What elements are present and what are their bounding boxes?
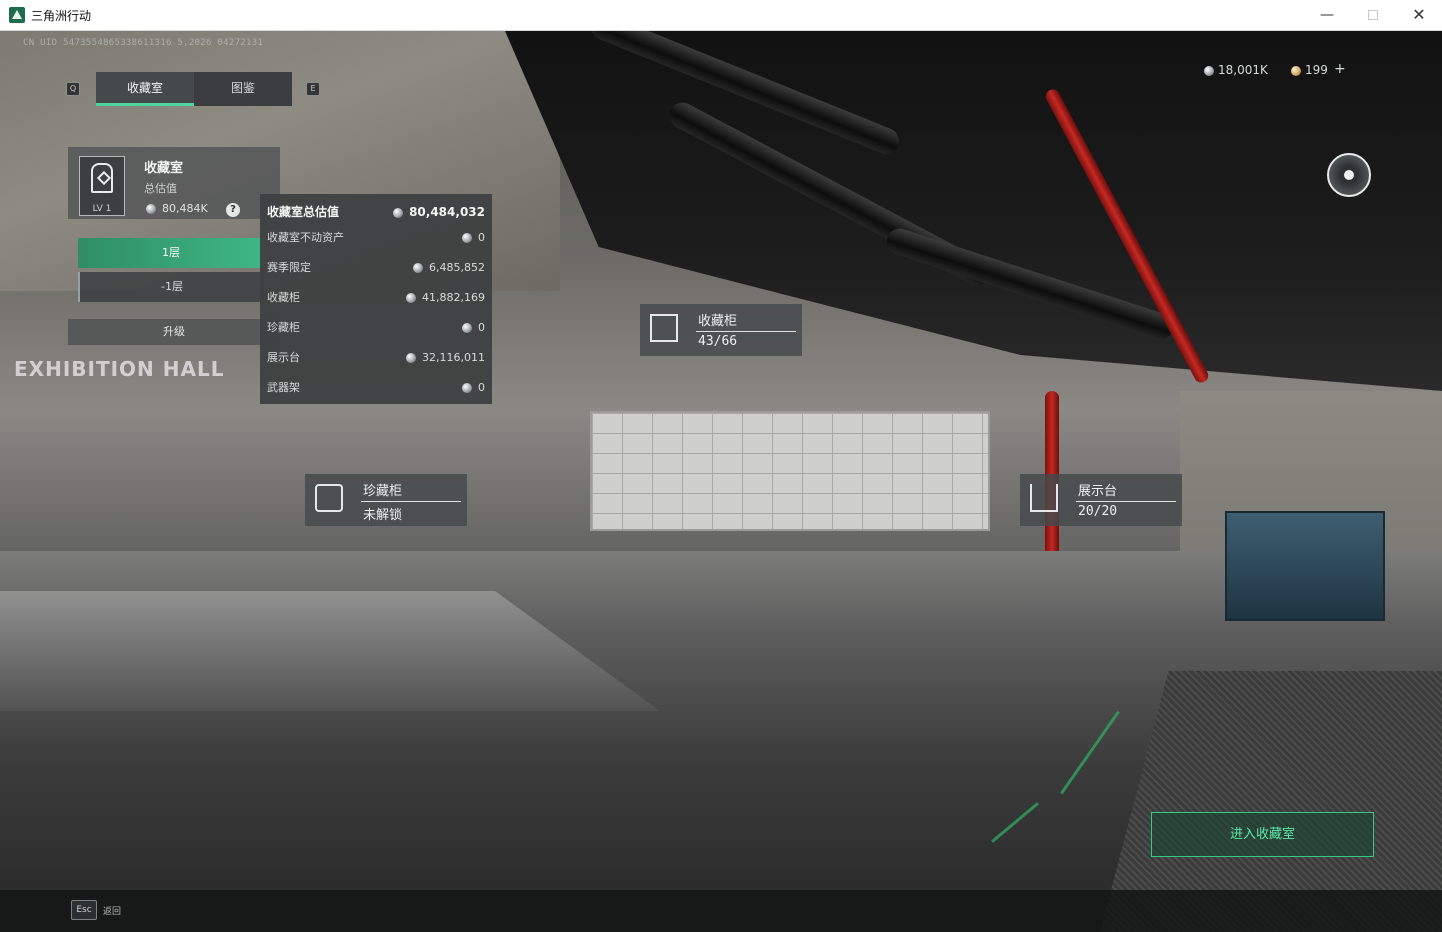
vault-level-badge: LV 1 (79, 156, 125, 216)
tab-collection-room[interactable]: 收藏室 (96, 72, 194, 106)
gold-coin-icon (1291, 66, 1301, 76)
coin-icon (146, 204, 156, 214)
floor-b1-button[interactable]: -1层 (78, 272, 264, 302)
silver-currency: 18,001K (1218, 63, 1268, 77)
window-titlebar: 三角洲行动 — ✕ (0, 0, 1442, 31)
vault-title: 收藏室 (144, 161, 184, 176)
display-stand-tag[interactable]: 展示台 20/20 (1020, 474, 1182, 526)
display-stand-icon (1030, 484, 1058, 512)
value-row-amount: 0 (478, 231, 485, 244)
value-row-amount: 0 (478, 381, 485, 394)
value-row-amount: 32,116,011 (422, 351, 485, 364)
value-row: 收藏柜 41,882,169 (267, 288, 485, 308)
value-row: 赛季限定 6,485,852 (267, 258, 485, 278)
value-row-label: 收藏室不动资产 (267, 231, 344, 244)
upgrade-button[interactable]: 升级 (68, 319, 280, 345)
maximize-button[interactable] (1350, 0, 1396, 30)
tag-divider (696, 331, 796, 332)
value-row-label: 武器架 (267, 381, 300, 394)
key-hint-q: Q (66, 82, 80, 96)
coin-icon (393, 207, 404, 218)
window-title: 三角洲行动 (31, 9, 92, 23)
coin-icon (413, 263, 424, 273)
value-row-label: 收藏柜 (267, 291, 300, 304)
key-hint-e: E (306, 82, 320, 96)
coin-icon (462, 233, 472, 243)
coin-icon (462, 323, 472, 333)
back-label[interactable]: 返回 (103, 904, 121, 917)
value-row: 珍藏柜 0 (267, 318, 485, 338)
tag-divider (361, 501, 461, 502)
vault-total-value: 80,484K (162, 202, 208, 215)
tab-bar: 收藏室 图鉴 (96, 72, 292, 106)
enter-vault-button[interactable]: 进入收藏室 (1151, 812, 1374, 857)
value-row-label: 展示台 (267, 351, 300, 364)
tag-label: 收藏柜 (698, 314, 738, 329)
collection-cabinet-tag[interactable]: 收藏柜 43/66 (640, 304, 802, 356)
wall-sign: EXHIBITION HALL (14, 357, 225, 381)
gold-currency: 199 (1305, 63, 1328, 77)
music-disc-icon[interactable] (1327, 153, 1371, 197)
floor-1-button[interactable]: 1层 (78, 238, 264, 268)
value-row: 武器架 0 (267, 378, 485, 398)
value-row-amount: 80,484,032 (409, 205, 485, 219)
vault-subtitle: 总估值 (144, 182, 177, 195)
help-icon[interactable]: ? (226, 203, 240, 217)
close-button[interactable]: ✕ (1396, 0, 1442, 30)
app-logo-icon (9, 7, 25, 23)
tag-count: 20/20 (1078, 504, 1118, 519)
tag-label: 展示台 (1078, 484, 1118, 499)
silver-coin-icon (1204, 66, 1214, 76)
tag-count: 43/66 (698, 334, 738, 349)
value-row-amount: 0 (478, 321, 485, 334)
minimize-button[interactable]: — (1304, 0, 1350, 30)
equipment-cases (1225, 511, 1385, 621)
vault-summary-card[interactable]: LV 1 收藏室 总估值 80,484K ? (68, 147, 280, 219)
value-row-label: 收藏室总估值 (267, 205, 340, 219)
tab-catalog[interactable]: 图鉴 (194, 72, 292, 106)
bottom-bar (0, 890, 1442, 932)
coin-icon (462, 383, 472, 393)
value-row: 展示台 32,116,011 (267, 348, 485, 368)
tag-divider (1076, 501, 1176, 502)
vault-icon (91, 163, 113, 193)
display-wall (590, 411, 990, 531)
value-row: 收藏室总估值 80,484,032 (267, 202, 485, 222)
tag-label: 珍藏柜 (363, 484, 403, 499)
value-row-amount: 6,485,852 (429, 261, 485, 274)
add-currency-button[interactable]: + (1334, 61, 1346, 77)
treasure-cabinet-tag[interactable]: 珍藏柜 未解锁 (305, 474, 467, 526)
vault-level: LV 1 (92, 204, 112, 214)
value-row: 收藏室不动资产 0 (267, 228, 485, 248)
coin-icon (406, 293, 417, 303)
player-uid: CN UID 5473554865338611316 5,2026 042721… (23, 38, 264, 48)
maximize-icon (1368, 10, 1378, 20)
value-row-label: 赛季限定 (267, 261, 311, 274)
cabinet-icon (650, 314, 678, 342)
value-breakdown-panel: 收藏室总估值 80,484,032 收藏室不动资产 0 赛季限定 6,485,8… (260, 194, 492, 404)
esc-key-hint[interactable]: Esc (71, 900, 97, 920)
tag-status: 未解锁 (363, 508, 403, 523)
coin-icon (406, 353, 417, 363)
lock-icon (315, 484, 343, 512)
value-row-label: 珍藏柜 (267, 321, 300, 334)
value-row-amount: 41,882,169 (422, 291, 485, 304)
